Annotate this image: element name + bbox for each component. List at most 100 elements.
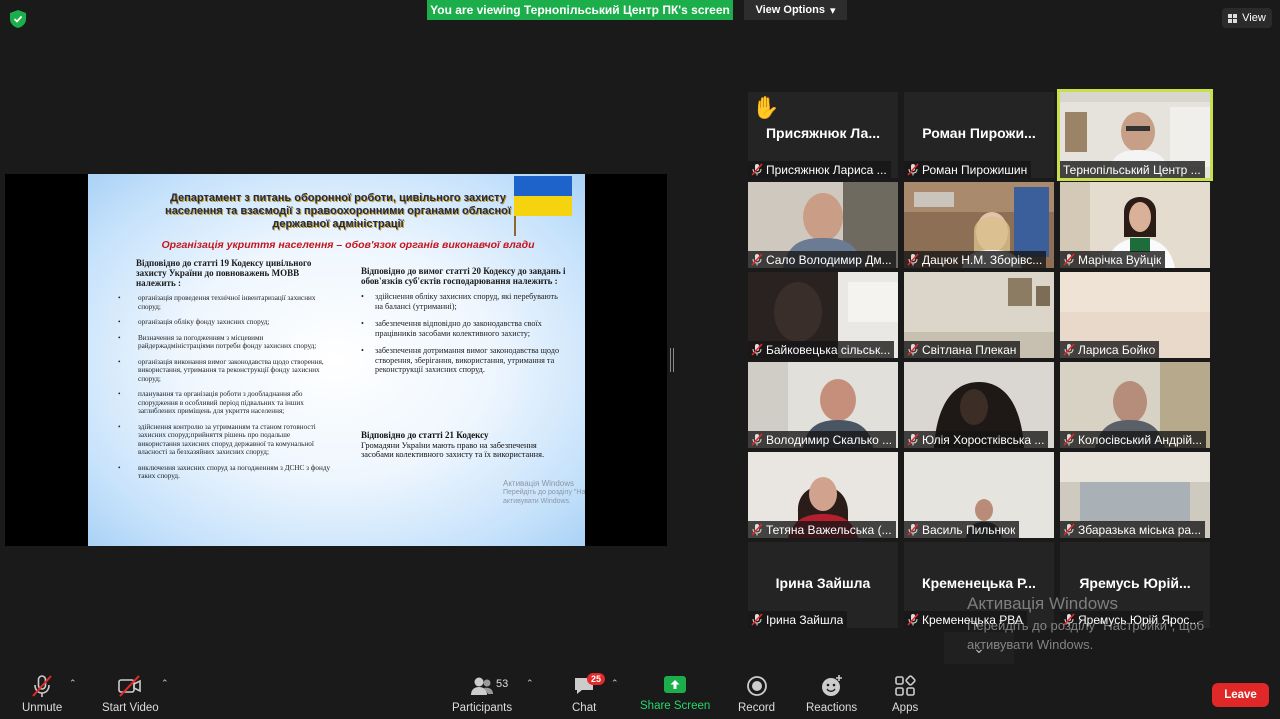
participant-tile[interactable]: Юлія Хоростківська ... bbox=[904, 362, 1054, 448]
participant-nameplate: Світлана Плекан bbox=[904, 341, 1021, 358]
resize-handle[interactable] bbox=[670, 348, 674, 372]
apps-label: Apps bbox=[892, 702, 919, 714]
participant-gallery: ✋ Присяжнюк Ла... Присяжнюк Лариса ... Р… bbox=[748, 89, 1213, 628]
participant-nameplate: Марічка Вуйцік bbox=[1060, 251, 1166, 268]
participant-nameplate: Роман Пирожишин bbox=[904, 161, 1032, 178]
participant-tile[interactable]: Дацюк Н.М. Зборівс... bbox=[904, 182, 1054, 268]
participant-tile[interactable]: Байковецька сільськ... bbox=[748, 272, 898, 358]
participant-tile[interactable]: Колосівський Андрій... bbox=[1060, 362, 1210, 448]
slide-right-column: Відповідно до вимог статті 20 Кодексу до… bbox=[361, 266, 566, 383]
participant-tile[interactable]: Сало Володимир Дм... bbox=[748, 182, 898, 268]
chat-label: Chat bbox=[572, 702, 597, 714]
participant-name: Присяжнюк Лариса ... bbox=[766, 162, 887, 177]
right-column-heading: Відповідно до вимог статті 20 Кодексу до… bbox=[361, 266, 566, 286]
mic-muted-icon bbox=[751, 523, 763, 536]
record-button[interactable]: Record bbox=[738, 674, 775, 714]
presentation-slide: Департамент з питань оборонної роботи, ц… bbox=[88, 174, 585, 546]
chat-options-caret[interactable]: ⌃ bbox=[611, 678, 619, 689]
list-item: планування та організація роботи з дообл… bbox=[116, 390, 331, 416]
mic-muted-icon bbox=[1063, 253, 1075, 266]
participant-tile[interactable]: Марічка Вуйцік bbox=[1060, 182, 1210, 268]
participant-tile[interactable]: Лариса Бойко bbox=[1060, 272, 1210, 358]
participant-tile[interactable]: Володимир Скалько ... bbox=[748, 362, 898, 448]
view-label: View bbox=[1242, 12, 1266, 24]
list-item: здійснення контролю за утриманням та ста… bbox=[116, 423, 331, 457]
participant-tile[interactable]: Роман Пирожи... Роман Пирожишин bbox=[904, 92, 1054, 178]
unmute-button[interactable]: Unmute bbox=[22, 674, 62, 714]
slide-subtitle: Організація укриття населення – обов'язо… bbox=[161, 239, 535, 251]
mic-muted-icon bbox=[907, 343, 919, 356]
list-item: виключення захисних споруд за погодження… bbox=[116, 464, 331, 481]
participant-nameplate: Василь Пильнюк bbox=[904, 521, 1020, 538]
participant-name: Володимир Скалько ... bbox=[766, 432, 893, 447]
chevron-down-icon: ▾ bbox=[829, 4, 836, 17]
list-item: організація обліку фонду захисних споруд… bbox=[116, 318, 331, 327]
participant-name: Лариса Бойко bbox=[1078, 342, 1156, 357]
participant-display-name: Роман Пирожи... bbox=[922, 125, 1036, 141]
share-screen-label: Share Screen bbox=[640, 700, 711, 712]
view-options-button[interactable]: View Options ▾ bbox=[744, 0, 847, 20]
participant-tile[interactable]: Тетяна Важельська (... bbox=[748, 452, 898, 538]
participant-tile[interactable]: Світлана Плекан bbox=[904, 272, 1054, 358]
mic-muted-icon bbox=[1063, 433, 1075, 446]
audio-options-caret[interactable]: ⌃ bbox=[69, 678, 77, 689]
participant-tile-active-speaker[interactable]: Тернопільський Центр ... bbox=[1057, 89, 1213, 181]
viewing-banner: You are viewing Тернопільський Центр ПК'… bbox=[427, 0, 733, 20]
mic-muted-icon bbox=[751, 433, 763, 446]
participant-name: Ірина Зайшла bbox=[766, 612, 844, 627]
participant-name: Роман Пирожишин bbox=[922, 162, 1028, 177]
share-screen-icon bbox=[664, 676, 687, 693]
slide-left-column: Відповідно до статті 19 Кодексу цивільно… bbox=[116, 258, 331, 488]
slide-watermark-text: Перейдіть до розділу "Настройки", щоб ак… bbox=[503, 489, 585, 505]
reactions-label: Reactions bbox=[806, 702, 858, 714]
participants-count: 53 bbox=[496, 678, 509, 690]
video-off-icon bbox=[118, 675, 142, 697]
windows-activation-text: Перейдіть до розділу "Настройки", щоб ак… bbox=[967, 618, 1205, 652]
mic-muted-icon bbox=[751, 253, 763, 266]
slide-windows-watermark: Активація Windows Перейдіть до розділу "… bbox=[503, 479, 585, 506]
participant-name: Тернопільський Центр ... bbox=[1063, 162, 1201, 177]
participant-tile[interactable]: Василь Пильнюк bbox=[904, 452, 1054, 538]
reactions-icon bbox=[821, 675, 842, 696]
shared-screen[interactable]: Департамент з питань оборонної роботи, ц… bbox=[5, 174, 667, 546]
grid-icon bbox=[1228, 13, 1238, 23]
view-options-label: View Options bbox=[755, 4, 825, 16]
chat-unread-badge: 25 bbox=[587, 673, 606, 685]
slide-watermark-title: Активація Windows bbox=[503, 479, 575, 488]
participant-nameplate: Сало Володимир Дм... bbox=[748, 251, 896, 268]
reactions-button[interactable]: Reactions bbox=[806, 674, 857, 714]
participant-nameplate: Володимир Скалько ... bbox=[748, 431, 897, 448]
mic-muted-icon bbox=[1063, 343, 1075, 356]
participant-nameplate: Колосівський Андрій... bbox=[1060, 431, 1207, 448]
mic-muted-icon bbox=[751, 613, 763, 626]
list-item: забезпечення дотримання вимог законодавс… bbox=[361, 346, 566, 375]
record-icon bbox=[746, 676, 767, 696]
participants-icon bbox=[471, 677, 494, 695]
participant-display-name: Ірина Зайшла bbox=[775, 575, 871, 591]
participants-options-caret[interactable]: ⌃ bbox=[526, 678, 534, 689]
share-screen-button[interactable]: Share Screen bbox=[640, 674, 710, 712]
participant-name: Василь Пильнюк bbox=[922, 522, 1016, 537]
view-button[interactable]: View bbox=[1222, 8, 1272, 28]
mic-muted-icon bbox=[907, 523, 919, 536]
participant-tile[interactable]: ✋ Присяжнюк Ла... Присяжнюк Лариса ... bbox=[748, 92, 898, 178]
apps-button[interactable]: Apps bbox=[892, 674, 918, 714]
article-21-heading: Відповідно до статті 21 Кодексу bbox=[361, 430, 489, 440]
participant-name: Тетяна Важельська (... bbox=[766, 522, 892, 537]
mic-muted-icon bbox=[32, 675, 52, 697]
leave-button[interactable]: Leave bbox=[1212, 683, 1269, 707]
shield-icon[interactable] bbox=[10, 10, 26, 28]
mic-muted-icon bbox=[751, 343, 763, 356]
list-item: Визначення за погодженням з місцевими ра… bbox=[116, 334, 331, 351]
apps-icon bbox=[895, 675, 916, 696]
participant-tile[interactable]: Збаразька міська ра... bbox=[1060, 452, 1210, 538]
participant-nameplate: Збаразька міська ра... bbox=[1060, 521, 1206, 538]
participant-name: Колосівський Андрій... bbox=[1078, 432, 1203, 447]
participant-tile[interactable]: Ірина Зайшла Ірина Зайшла bbox=[748, 542, 898, 628]
mic-muted-icon bbox=[907, 613, 919, 626]
windows-activation-title: Активація Windows bbox=[967, 594, 1118, 613]
mic-muted-icon bbox=[907, 433, 919, 446]
start-video-button[interactable]: Start Video bbox=[102, 674, 159, 714]
article-21-block: Відповідно до статті 21 Кодексу Громадян… bbox=[361, 430, 566, 460]
video-options-caret[interactable]: ⌃ bbox=[161, 678, 169, 689]
